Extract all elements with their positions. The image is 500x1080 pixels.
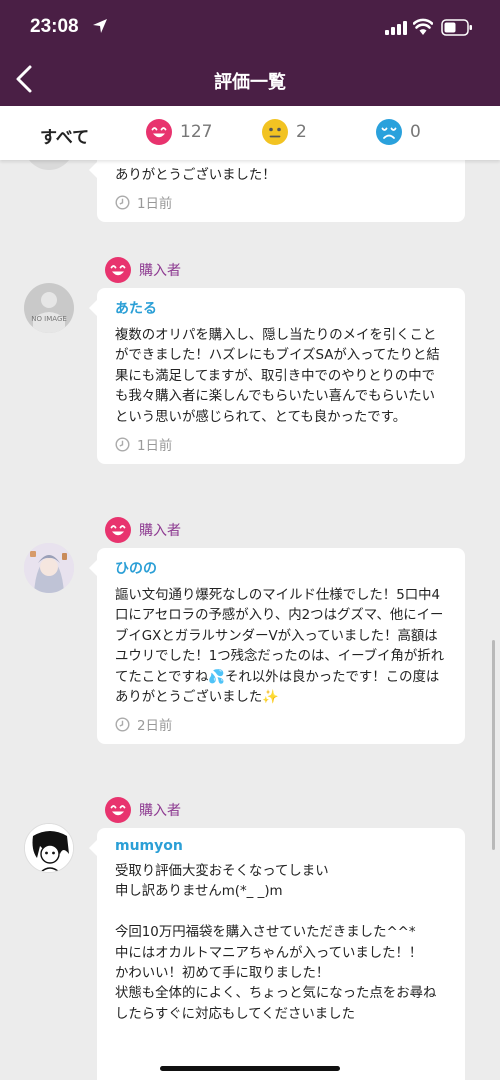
reviewer-name[interactable]: mumyon — [115, 838, 447, 854]
smile-face-icon — [105, 797, 131, 823]
reviewer-avatar[interactable]: NO IMAGE — [24, 283, 74, 333]
wifi-icon — [413, 18, 433, 35]
badge-label: 購入者 — [139, 803, 181, 819]
buyer-badge: 購入者 — [105, 797, 181, 823]
review-time: 2日前 — [115, 714, 447, 734]
location-arrow-icon — [93, 19, 107, 33]
review-list[interactable]: ありがとうございました！ 1日前 購入者 NO IMAGE あたる 複数のオリパ… — [0, 160, 500, 1080]
smile-face-icon — [105, 517, 131, 543]
review-time-text: 2日前 — [137, 719, 173, 735]
smile-face-icon — [146, 119, 172, 145]
clock-icon — [115, 195, 130, 210]
filter-bad[interactable]: 0 — [376, 119, 421, 145]
smile-face-icon — [105, 257, 131, 283]
filter-neutral[interactable]: 2 — [262, 119, 307, 145]
review-card: あたる 複数のオリパを購入し、隠し当たりのメイを引くことができました！ハズレにも… — [89, 288, 465, 465]
filter-all[interactable]: すべて — [40, 123, 89, 148]
bad-count: 0 — [410, 122, 421, 142]
review-card: ひのの 謳い文句通り爆死なしのマイルド仕様でした！5口中4口にアセロラの予感が入… — [89, 548, 465, 745]
review-body: ありがとうございました！ — [115, 168, 276, 183]
review-card: mumyon 受取り評価大変おそくなってしまい 申し訳ありませんm(*_ _)m… — [89, 828, 465, 1080]
badge-label: 購入者 — [139, 263, 181, 279]
filter-good[interactable]: 127 — [146, 119, 212, 145]
battery-icon — [441, 19, 472, 36]
buyer-badge: 購入者 — [105, 517, 181, 543]
anime-avatar-image — [24, 543, 74, 593]
review-time: 1日前 — [115, 192, 447, 212]
sad-face-icon — [376, 119, 402, 145]
review-time-text: 1日前 — [137, 439, 173, 455]
review-body: 複数のオリパを購入し、隠し当たりのメイを引くことができました！ハズレにもブイズS… — [115, 328, 440, 425]
review-body: 受取り評価大変おそくなってしまい 申し訳ありませんm(*_ _)m 今回10万円… — [115, 864, 437, 1022]
cellular-signal-icon — [385, 21, 407, 35]
badge-label: 購入者 — [139, 523, 181, 539]
no-image-label: NO IMAGE — [31, 315, 67, 323]
reviewer-avatar[interactable] — [24, 823, 74, 873]
review-time-text: 1日前 — [137, 197, 173, 213]
rating-filter-bar: すべて 127 2 0 — [0, 106, 500, 160]
top-bar: 23:08 評価一覧 — [0, 0, 500, 106]
review-body: 謳い文句通り爆死なしのマイルド仕様でした！5口中4口にアセロラの予感が入り、内2… — [115, 588, 445, 706]
review-time: 1日前 — [115, 434, 447, 454]
home-indicator[interactable] — [160, 1066, 340, 1071]
good-count: 127 — [180, 122, 213, 142]
neutral-face-icon — [262, 119, 288, 145]
status-time: 23:08 — [30, 16, 79, 37]
clock-icon — [115, 437, 130, 452]
reviewer-avatar — [24, 160, 74, 170]
scrollbar[interactable] — [492, 640, 495, 850]
review-card: ありがとうございました！ 1日前 — [89, 160, 465, 223]
reviewer-name[interactable]: あたる — [115, 298, 447, 318]
neutral-count: 2 — [296, 122, 307, 142]
default-user-icon — [33, 292, 65, 333]
page-title: 評価一覧 — [214, 72, 286, 93]
sketch-avatar-image — [25, 824, 73, 872]
reviewer-name[interactable]: ひのの — [115, 558, 447, 578]
buyer-badge: 購入者 — [105, 257, 181, 283]
reviewer-avatar[interactable] — [24, 543, 74, 593]
clock-icon — [115, 717, 130, 732]
